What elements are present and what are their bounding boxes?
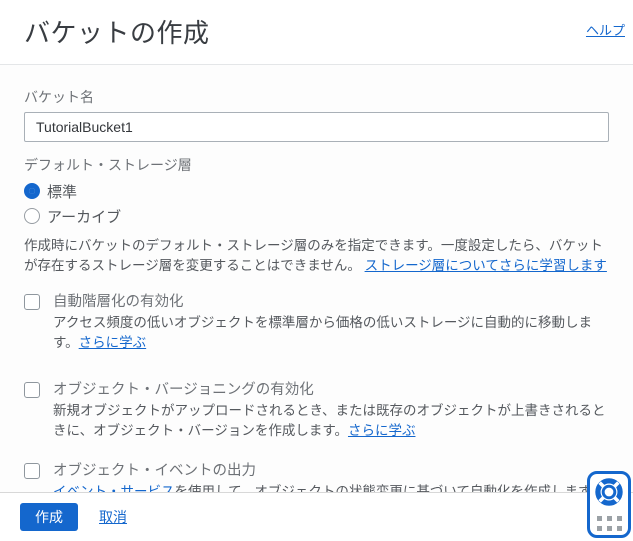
bucket-name-label: バケット名 <box>24 87 609 107</box>
page-title: バケットの作成 <box>24 13 210 50</box>
radio-archive[interactable] <box>24 208 40 224</box>
auto-tiering-learn-link[interactable]: さらに学ぶ <box>79 335 147 350</box>
auto-tiering-group: 自動階層化の有効化 アクセス頻度の低いオブジェクトを標準層から価格の低いストレー… <box>24 292 609 353</box>
radio-standard-label[interactable]: 標準 <box>47 181 77 202</box>
dialog-header: バケットの作成 ヘルプ <box>0 0 633 65</box>
versioning-label[interactable]: オブジェクト・バージョニングの有効化 <box>53 380 609 400</box>
versioning-learn-link[interactable]: さらに学ぶ <box>348 423 416 438</box>
radio-row-archive[interactable]: アーカイブ <box>24 207 609 225</box>
auto-tiering-label[interactable]: 自動階層化の有効化 <box>53 292 609 312</box>
versioning-group: オブジェクト・バージョニングの有効化 新規オブジェクトがアップロードされるとき、… <box>24 380 609 441</box>
auto-tiering-checkbox[interactable] <box>24 294 40 310</box>
help-link[interactable]: ヘルプ <box>586 20 625 39</box>
floating-help-widget[interactable] <box>587 471 631 538</box>
object-events-label[interactable]: オブジェクト・イベントの出力 <box>53 461 609 481</box>
events-service-link[interactable]: イベント・サービス <box>53 484 175 492</box>
storage-tier-description: 作成時にバケットのデフォルト・ストレージ層のみを指定できます。一度設定したら、バ… <box>24 236 609 276</box>
object-events-description-text: を使用して、オブジェクトの状態変更に基づいて自動化を作成します。 <box>175 484 604 492</box>
dialog-body: バケット名 デフォルト・ストレージ層 標準 アーカイブ 作成時にバケットのデフォ… <box>0 65 633 492</box>
versioning-description: 新規オブジェクトがアップロードされるとき、または既存のオブジェクトが上書きされる… <box>53 401 609 441</box>
radio-standard[interactable] <box>24 183 40 199</box>
create-button[interactable]: 作成 <box>20 503 78 531</box>
life-buoy-icon[interactable] <box>595 478 623 511</box>
object-events-checkbox[interactable] <box>24 463 40 479</box>
dots-grid-icon[interactable] <box>597 516 622 531</box>
versioning-description-text: 新規オブジェクトがアップロードされるとき、または既存のオブジェクトが上書きされる… <box>53 403 606 438</box>
object-events-description: イベント・サービスを使用して、オブジェクトの状態変更に基づいて自動化を作成します… <box>53 482 609 492</box>
object-events-group: オブジェクト・イベントの出力 イベント・サービスを使用して、オブジェクトの状態変… <box>24 461 609 492</box>
bucket-name-input[interactable] <box>24 112 609 142</box>
storage-tier-learn-link[interactable]: ストレージ層についてさらに学習します <box>365 258 607 273</box>
radio-archive-label[interactable]: アーカイブ <box>47 206 121 227</box>
storage-tier-label: デフォルト・ストレージ層 <box>24 155 609 175</box>
cancel-link[interactable]: 取消 <box>99 507 127 527</box>
auto-tiering-description: アクセス頻度の低いオブジェクトを標準層から価格の低いストレージに自動的に移動しま… <box>53 313 609 353</box>
radio-row-standard[interactable]: 標準 <box>24 182 609 200</box>
versioning-checkbox[interactable] <box>24 382 40 398</box>
dialog-footer: 作成 取消 <box>0 492 633 541</box>
